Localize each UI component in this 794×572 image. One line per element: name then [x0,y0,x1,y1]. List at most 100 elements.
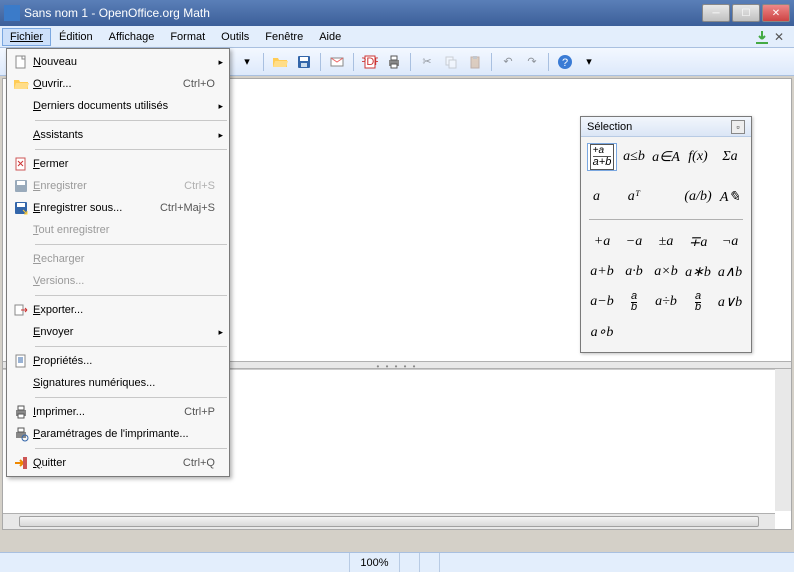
toolbar-separator [263,53,264,71]
toolbar-separator [491,53,492,71]
palette-operator[interactable]: a∗b [683,258,713,286]
menu-affichage[interactable]: Affichage [101,28,163,46]
palette-operator[interactable]: a·b [619,258,649,286]
menu-item-quitter[interactable]: QuitterCtrl+Q [7,452,229,474]
undo-button[interactable]: ↶ [497,51,519,73]
menu-item-signatures-num-riques[interactable]: Signatures numériques... [7,372,229,394]
close-doc-icon[interactable]: ✕ [774,30,788,44]
palette-operator[interactable]: −a [619,228,649,256]
palette-operator[interactable]: a+b [587,258,617,286]
close-button[interactable]: ✕ [762,4,790,22]
palette-cell[interactable]: a⃗ [587,183,617,211]
paste-button[interactable] [464,51,486,73]
svg-text:PDF: PDF [362,56,378,68]
palette-cell[interactable]: f(x) [683,143,713,171]
window-title: Sans nom 1 - OpenOffice.org Math [24,6,702,20]
palette-operators-grid: +a−a±a∓a¬aa+ba·ba×ba∗ba∧ba−baba÷baba∨ba∘… [581,222,751,352]
export-icon [9,302,33,318]
toolbar-dropdown-1[interactable]: ▾ [236,51,258,73]
menu-edition[interactable]: Édition [51,28,101,46]
menu-item-fermer[interactable]: Fermer [7,153,229,175]
minimize-button[interactable]: ─ [702,4,730,22]
svg-text:?: ? [562,57,568,69]
redo-button[interactable]: ↷ [521,51,543,73]
menu-item-tout-enregistrer: Tout enregistrer [7,219,229,241]
palette-cell[interactable]: aᵀ [619,183,649,211]
menu-item-label: Quitter [33,457,183,469]
palette-operator[interactable]: a∧b [715,258,745,286]
menu-item-assistants[interactable]: Assistants▸ [7,124,229,146]
menu-fichier[interactable]: Fichier [2,28,51,46]
menu-fenetre[interactable]: Fenêtre [257,28,311,46]
menu-item-label: Paramétrages de l'imprimante... [33,428,215,440]
status-cell-1 [0,553,350,572]
menu-item-ouvrir[interactable]: Ouvrir...Ctrl+O [7,73,229,95]
palette-operator[interactable]: a×b [651,258,681,286]
selection-palette: Sélection ▫ +aa+ba≤ba∈Af(x)Σa a⃗aᵀ(a/b)A… [580,116,752,353]
submenu-arrow-icon: ▸ [215,101,223,112]
scrollbar-thumb[interactable] [19,516,759,527]
help-dropdown[interactable]: ▾ [578,51,600,73]
download-icon[interactable] [754,30,768,44]
status-cell-5 [440,553,794,572]
palette-operator[interactable]: ¬a [715,228,745,256]
menu-item-exporter[interactable]: Exporter... [7,299,229,321]
menu-item-enregistrer-sous[interactable]: Enregistrer sous...Ctrl+Maj+S [7,197,229,219]
pdf-button[interactable]: PDF [359,51,381,73]
menu-item-nouveau[interactable]: Nouveau▸ [7,51,229,73]
menu-item-label: Tout enregistrer [33,224,215,236]
menu-item-envoyer[interactable]: Envoyer▸ [7,321,229,343]
palette-close-button[interactable]: ▫ [731,120,745,134]
palette-operator[interactable]: ±a [651,228,681,256]
palette-operator[interactable]: a−b [587,288,617,316]
menu-item-label: Fermer [33,158,215,170]
palette-cell[interactable]: a∈A [651,143,681,171]
printer-settings-icon [9,426,33,442]
status-zoom[interactable]: 100% [350,553,400,572]
menu-item-derniers-documents-utilis-s[interactable]: Derniers documents utilisés▸ [7,95,229,117]
palette-cell[interactable]: A✎ [715,183,745,211]
save-button[interactable] [293,51,315,73]
menu-item-label: Enregistrer [33,180,184,192]
toolbar-separator [548,53,549,71]
copy-button[interactable] [440,51,462,73]
menu-separator [35,397,227,398]
menu-item-label: Enregistrer sous... [33,202,160,214]
menu-item-propri-t-s[interactable]: Propriétés... [7,350,229,372]
print-button[interactable] [383,51,405,73]
palette-cell[interactable]: (a/b) [683,183,713,211]
menu-outils[interactable]: Outils [213,28,257,46]
palette-operator[interactable]: a∨b [715,288,745,316]
menu-format[interactable]: Format [162,28,213,46]
cut-button[interactable]: ✂ [416,51,438,73]
help-button[interactable]: ? [554,51,576,73]
menu-item-label: Versions... [33,275,215,287]
menu-item-imprimer[interactable]: Imprimer...Ctrl+P [7,401,229,423]
menu-separator [35,448,227,449]
palette-operator[interactable]: +a [587,228,617,256]
menu-aide[interactable]: Aide [311,28,349,46]
palette-operator[interactable]: ab [683,288,713,316]
horizontal-scrollbar[interactable] [3,513,775,529]
palette-cell [651,183,681,211]
palette-cell[interactable]: +aa+b [587,143,617,171]
palette-divider [589,219,743,220]
palette-titlebar[interactable]: Sélection ▫ [581,117,751,137]
menu-item-param-trages-de-l-imprimante[interactable]: Paramétrages de l'imprimante... [7,423,229,445]
palette-operator[interactable]: ab [619,288,649,316]
palette-operator[interactable]: ∓a [683,228,713,256]
maximize-button[interactable]: ☐ [732,4,760,22]
palette-cell[interactable]: Σa [715,143,745,171]
status-cell-4 [420,553,440,572]
open-button[interactable] [269,51,291,73]
palette-cell[interactable]: a≤b [619,143,649,171]
mail-button[interactable] [326,51,348,73]
menu-item-accel: Ctrl+P [184,406,215,418]
toolbar-separator [320,53,321,71]
menu-item-label: Nouveau [33,56,215,68]
palette-title: Sélection [587,121,632,133]
vertical-scrollbar[interactable] [775,369,791,511]
menu-item-label: Exporter... [33,304,215,316]
palette-operator[interactable]: a∘b [587,318,617,346]
palette-operator[interactable]: a÷b [651,288,681,316]
